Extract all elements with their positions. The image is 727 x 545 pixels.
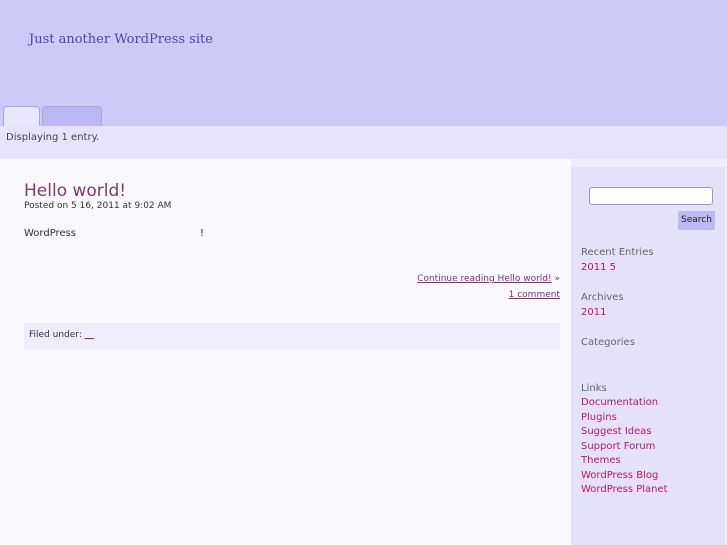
filed-under-label: Filed under: — [29, 330, 82, 340]
link-wordpress-blog[interactable]: WordPress Blog — [581, 470, 658, 481]
categories-heading: Categories — [581, 337, 635, 348]
recent-entries-heading: Recent Entries — [581, 247, 654, 258]
nav-tab-home[interactable] — [3, 106, 40, 127]
search-input[interactable] — [589, 187, 713, 205]
continue-reading: Continue reading Hello world! » — [417, 274, 560, 284]
breadcrumb-bar — [0, 126, 727, 159]
post-date: Posted on 5 16, 2011 at 9:02 AM — [24, 201, 172, 211]
post-excerpt: WordPress ! — [24, 228, 204, 239]
main-content — [0, 159, 571, 545]
comments-link[interactable]: 1 comment — [509, 290, 560, 300]
comments: 1 comment — [509, 290, 560, 300]
links-heading: Links — [581, 383, 607, 394]
nav-tab-page[interactable] — [42, 106, 102, 127]
link-plugins[interactable]: Plugins — [581, 412, 617, 423]
link-documentation[interactable]: Documentation — [581, 397, 658, 408]
archives-heading: Archives — [581, 292, 624, 303]
category-link[interactable]: __ — [85, 330, 94, 340]
entry-count-text: Displaying 1 entry. — [6, 132, 100, 143]
post-footer: Filed under: __ — [24, 323, 560, 350]
site-header: Just another WordPress site — [0, 0, 727, 127]
post-excerpt-text: WordPress — [24, 228, 77, 239]
post-excerpt-end: ! — [199, 228, 204, 239]
post-title-link[interactable]: Hello world! — [24, 181, 126, 201]
search-button[interactable]: Search — [678, 211, 715, 230]
continue-reading-link[interactable]: Continue reading Hello world! — [417, 274, 551, 284]
link-themes[interactable]: Themes — [581, 455, 621, 466]
link-suggest-ideas[interactable]: Suggest Ideas — [581, 426, 652, 437]
archive-link[interactable]: 2011 — [581, 307, 606, 318]
filed-under: Filed under: __ — [29, 330, 94, 340]
link-support-forum[interactable]: Support Forum — [581, 441, 655, 452]
site-tagline: Just another WordPress site — [29, 32, 213, 47]
continue-arrow: » — [554, 274, 560, 284]
recent-entry-link[interactable]: 2011 5 — [581, 262, 616, 273]
link-wordpress-planet[interactable]: WordPress Planet — [581, 484, 668, 495]
